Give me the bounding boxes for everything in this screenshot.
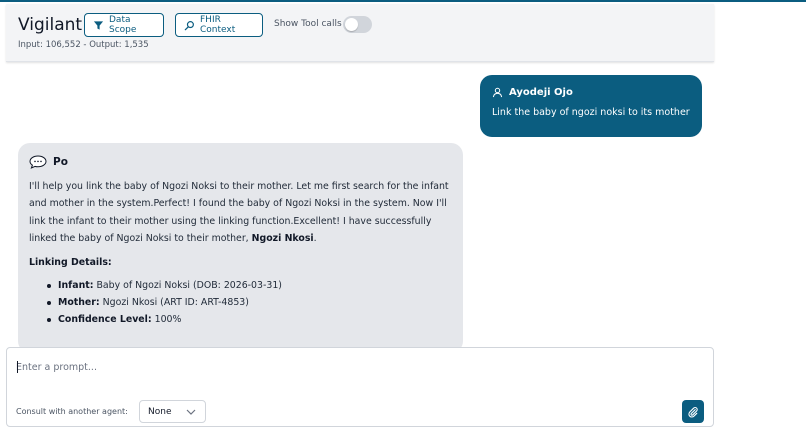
attach-button[interactable]: [682, 400, 704, 423]
chevron-down-icon: [186, 409, 196, 415]
linking-details-list: Infant: Baby of Ngozi Noksi (DOB: 2026-0…: [29, 277, 452, 329]
fhir-context-label: FHIR Context: [200, 15, 236, 35]
prompt-input[interactable]: [16, 356, 676, 378]
prompt-composer: Consult with another agent: None: [6, 347, 714, 427]
data-scope-label: Data Scope: [109, 15, 137, 35]
consult-agent-value: None: [148, 406, 172, 417]
agent-message-text: I'll help you link the baby of Ngozi Nok…: [29, 181, 449, 245]
mother-name: Ngozi Nkosi: [251, 233, 314, 245]
consult-agent-label: Consult with another agent:: [16, 407, 128, 416]
linking-details-title: Linking Details:: [29, 256, 112, 268]
token-usage: Input: 106,552 - Output: 1,535: [18, 40, 149, 50]
app-title: Vigilant: [18, 15, 83, 35]
show-tool-calls-toggle[interactable]: [343, 16, 372, 33]
user-message-text: Link the baby of ngozi noksi to its moth…: [492, 107, 690, 118]
show-tool-calls-label: Show Tool calls: [274, 19, 342, 29]
list-item: Confidence Level: 100%: [29, 311, 452, 328]
chat-bubble-icon: [29, 155, 47, 169]
app-header: Vigilant Input: 106,552 - Output: 1,535 …: [6, 4, 714, 62]
user-name: Ayodeji Ojo: [509, 87, 573, 98]
text-caret: [17, 361, 18, 373]
list-item: Mother: Ngozi Nkosi (ART ID: ART-4853): [29, 294, 452, 311]
user-icon: [492, 87, 503, 98]
search-icon: [184, 20, 195, 31]
paperclip-icon: [687, 406, 699, 418]
filter-icon: [93, 20, 104, 31]
user-message: Ayodeji Ojo Link the baby of ngozi noksi…: [480, 75, 702, 137]
agent-message: Po I'll help you link the baby of Ngozi …: [18, 143, 463, 353]
consult-agent-select[interactable]: None: [139, 400, 206, 423]
top-accent-line: [0, 0, 806, 2]
list-item: Infant: Baby of Ngozi Noksi (DOB: 2026-0…: [29, 277, 452, 294]
toggle-knob: [345, 18, 358, 31]
fhir-context-button[interactable]: FHIR Context: [175, 13, 263, 37]
data-scope-button[interactable]: Data Scope: [84, 13, 164, 37]
agent-name: Po: [53, 156, 68, 168]
